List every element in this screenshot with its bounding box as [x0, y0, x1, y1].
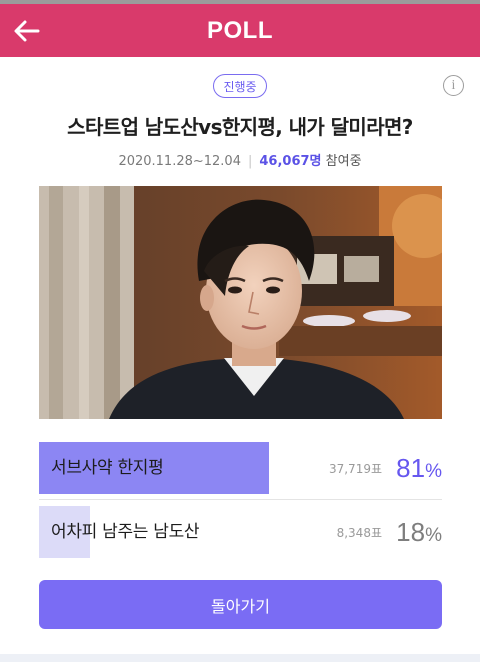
bottom-strip: [0, 654, 480, 662]
poll-option-2[interactable]: 어차피 남주는 남도산 8,348표 18%: [39, 506, 442, 558]
poll-option-1[interactable]: 서브사약 한지평 37,719표 81%: [39, 442, 442, 494]
status-badge: 진행중: [213, 74, 267, 98]
header-title: POLL: [207, 16, 273, 44]
option-2-votes: 8,348표: [336, 526, 382, 540]
poll-period: 2020.11.28~12.04: [118, 154, 241, 169]
poll-meta: 2020.11.28~12.04 | 46,067명 참여중: [0, 150, 480, 169]
poll-photo: [39, 186, 442, 419]
option-1-percent: 81%: [396, 453, 442, 483]
participant-suffix: 참여중: [325, 154, 362, 169]
info-icon[interactable]: i: [443, 75, 464, 96]
meta-divider: |: [247, 154, 253, 169]
app-header: POLL: [0, 4, 480, 57]
back-arrow-icon[interactable]: [12, 16, 42, 46]
participant-count: 46,067명: [259, 154, 322, 169]
back-button[interactable]: 돌아가기: [39, 580, 442, 629]
option-1-votes: 37,719표: [328, 462, 382, 476]
option-1-label: 서브사약 한지평: [51, 458, 164, 478]
status-row: 진행중 i: [0, 74, 480, 98]
options-divider: [39, 499, 442, 500]
poll-title: 스타트업 남도산vs한지평, 내가 달미라면?: [67, 115, 413, 139]
option-2-percent: 18%: [396, 517, 442, 547]
option-2-label: 어차피 남주는 남도산: [51, 522, 200, 542]
